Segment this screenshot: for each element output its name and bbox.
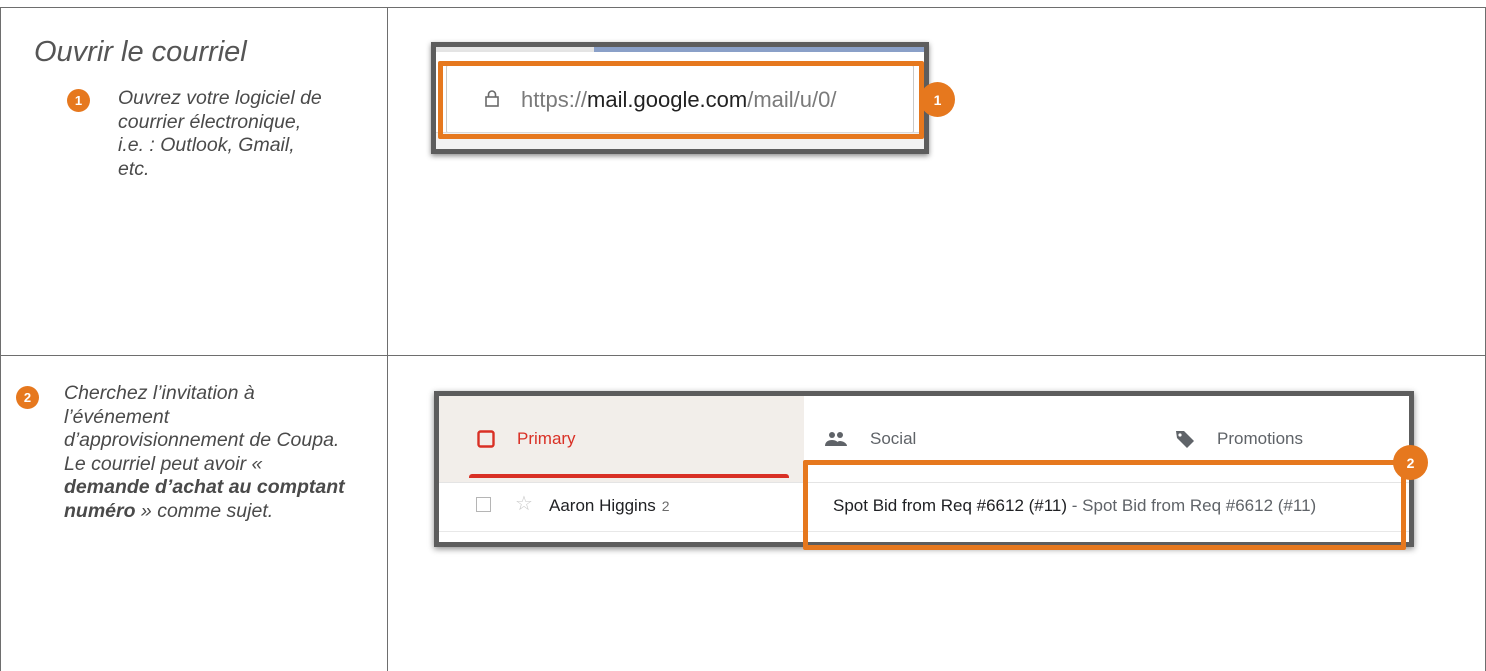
subject-highlight-box (803, 460, 1406, 550)
tab-promotions-label: Promotions (1217, 429, 1303, 448)
tab-social-label: Social (870, 429, 917, 448)
star-icon[interactable]: ☆ (515, 494, 533, 514)
browser-tab-strip (436, 47, 594, 52)
table-border-middle (0, 355, 1486, 356)
table-border-left (0, 7, 1, 671)
tab-promotions[interactable]: Promotions (1175, 429, 1303, 449)
callout-badge-1: 1 (920, 82, 955, 117)
step-2-text-end: » comme sujet. (135, 499, 274, 522)
browser-tab-strip-active (594, 47, 924, 52)
step-badge-2: 2 (16, 386, 39, 409)
section-title: Ouvrir le courriel (34, 36, 247, 68)
inbox-icon (477, 430, 495, 448)
table-border-top (0, 7, 1486, 8)
tag-icon (1176, 431, 1194, 448)
tab-primary-underline (469, 474, 789, 478)
step-2-text: Cherchez l’invitation à l’événement d’ap… (64, 382, 349, 523)
step-2-text-start: Cherchez l’invitation à l’événement d’ap… (64, 382, 340, 475)
callout-badge-2: 2 (1393, 445, 1428, 480)
step-1-text: Ouvrez votre logiciel de courrier électr… (118, 87, 322, 180)
sender-name: Aaron Higgins (549, 496, 656, 515)
table-column-divider (387, 7, 388, 671)
tab-primary-label: Primary (517, 429, 576, 448)
tab-social[interactable]: Social (824, 429, 916, 449)
step-badge-1: 1 (67, 89, 90, 112)
people-icon (825, 432, 847, 446)
thread-count: 2 (661, 498, 670, 514)
email-sender: Aaron Higgins 2 (549, 496, 670, 516)
instruction-table: Ouvrir le courriel 1 Ouvrez votre logici… (0, 0, 1486, 671)
tab-primary[interactable]: Primary (477, 429, 576, 449)
url-highlight-box (438, 61, 924, 139)
row-checkbox[interactable] (476, 497, 491, 512)
